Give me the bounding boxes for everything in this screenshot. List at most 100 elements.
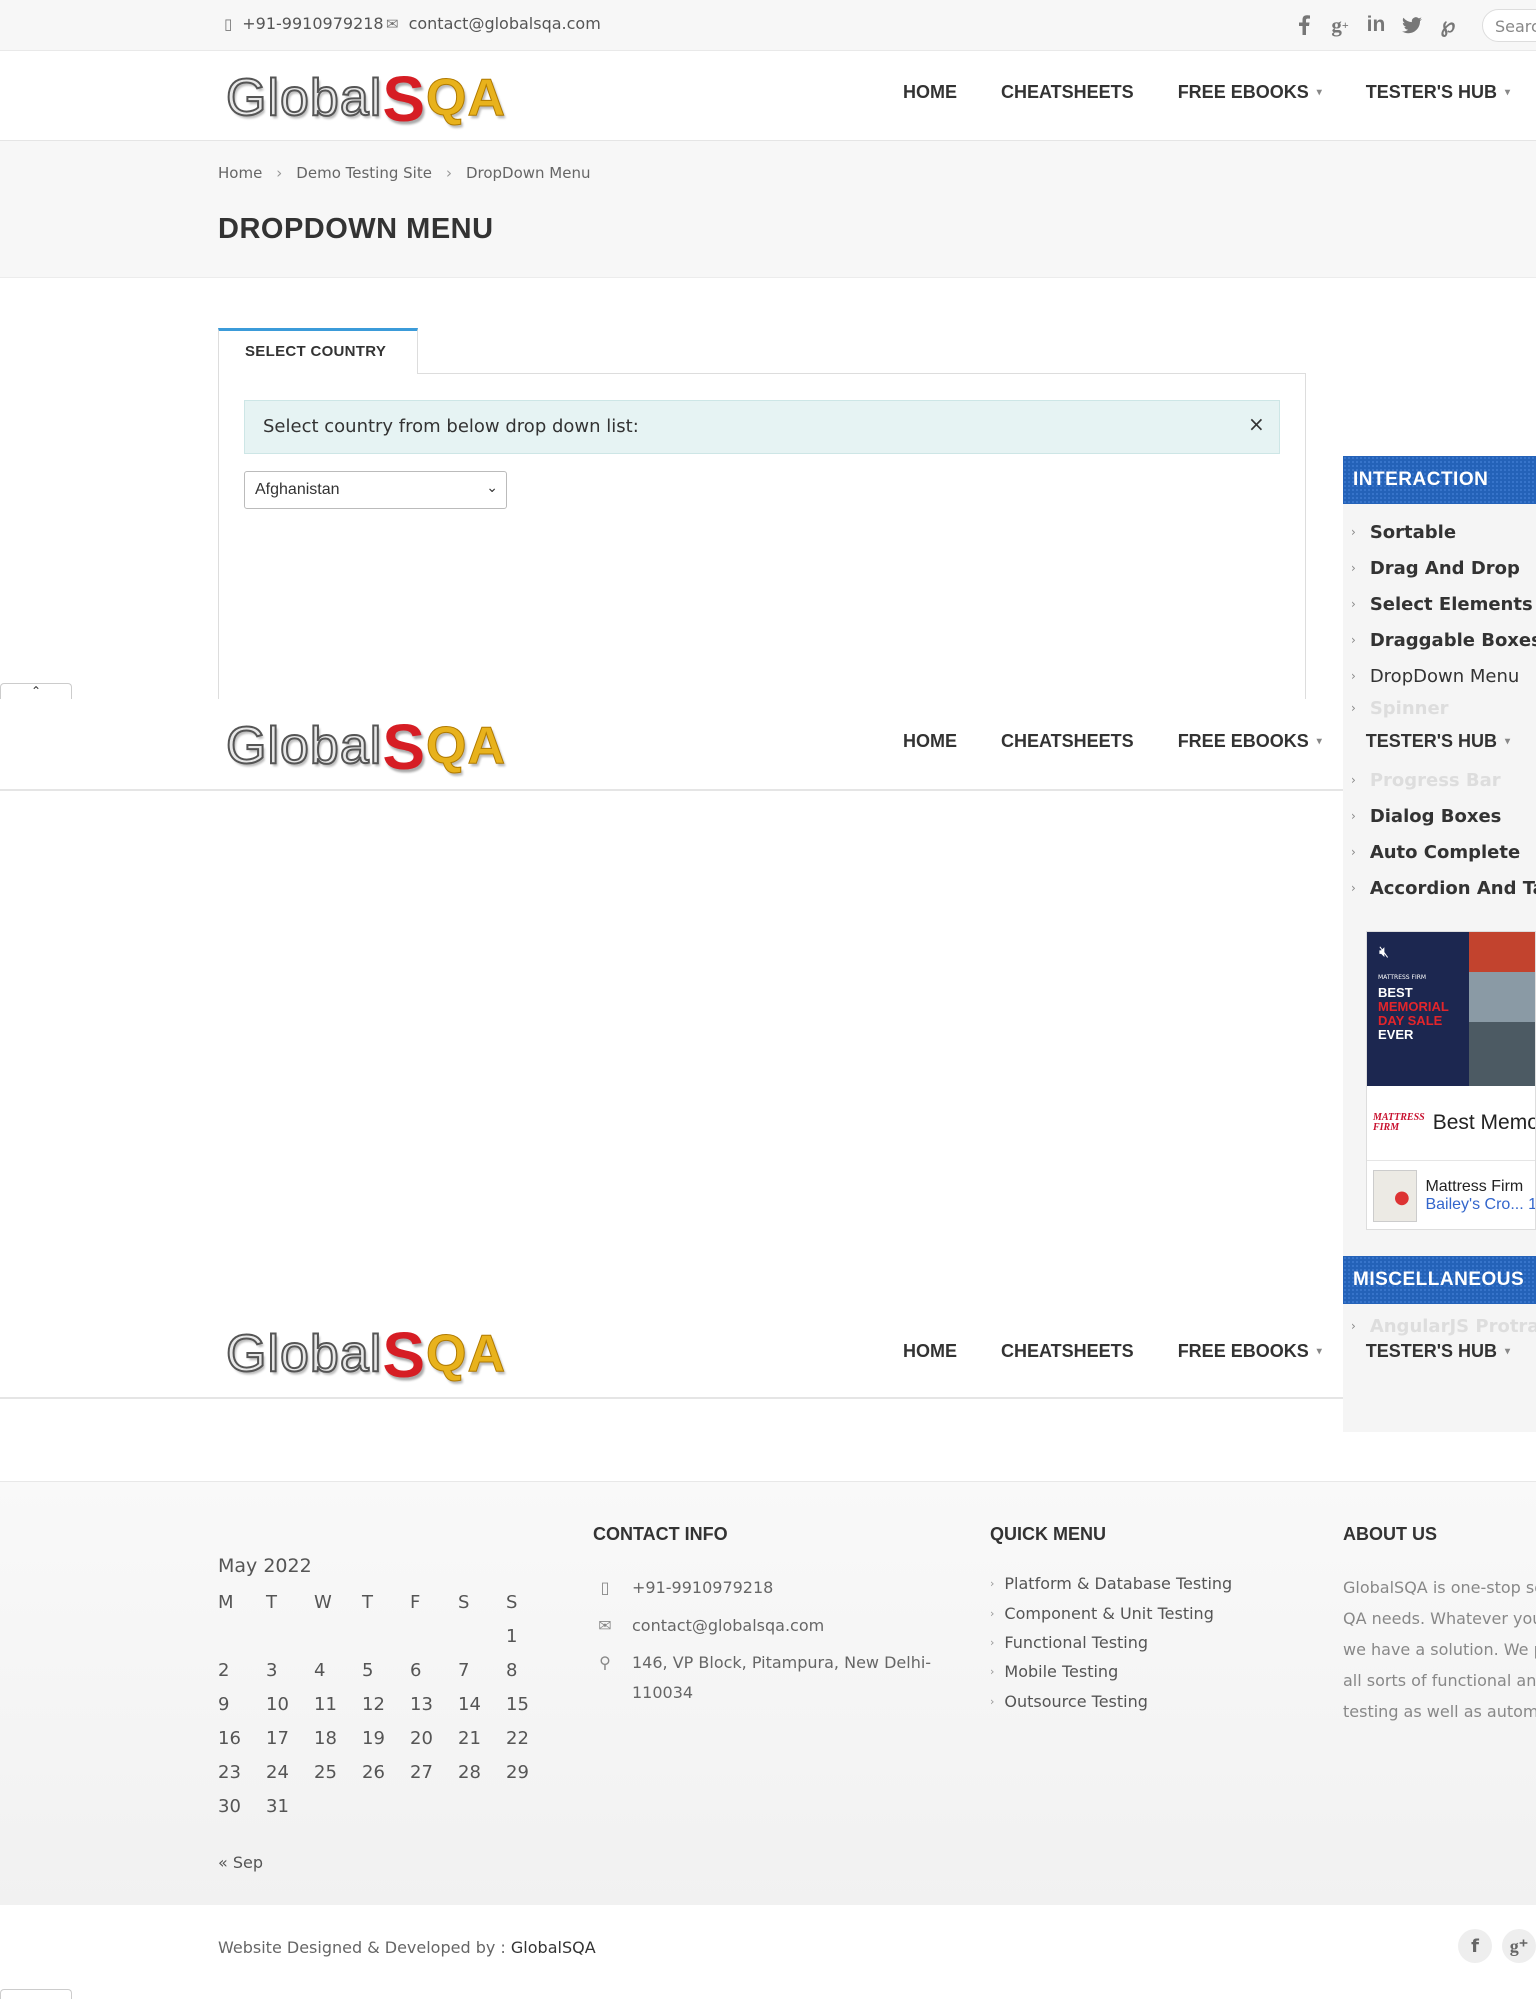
sidebar-item-label: Spinner [1369,697,1449,719]
nav-cheatsheets-label: CHEATSHEETS [1001,731,1134,751]
sidebar-item-label: AngularJS Protractor [1369,1315,1536,1337]
ad-store-row[interactable]: ● Mattress Firm Bailey's Cro... 1 [1367,1161,1535,1229]
pinterest-icon[interactable]: ℘ [1437,13,1459,37]
about-us-line: QA needs. Whatever your [1343,1609,1536,1628]
quick-menu-item[interactable]: › Platform & Database Testing [990,1574,1232,1593]
quick-menu-title: QUICK MENU [990,1524,1106,1544]
nav-cheatsheets[interactable]: CHEATSHEETS [1001,731,1134,752]
close-icon[interactable]: × [1248,412,1265,436]
ad-title-row[interactable]: MATTRESS FIRM Best Memo [1367,1086,1535,1161]
sidebar-item-drag-and-drop[interactable]: › Drag And Drop [1343,550,1536,586]
calendar-day: 27 [410,1761,433,1783]
quick-menu-item[interactable]: › Outsource Testing [990,1692,1148,1711]
nav-home[interactable]: HOME [903,1341,957,1362]
chevron-down-icon: ▾ [1316,1346,1322,1357]
logo-text-s: S [382,711,426,783]
nav-testers-hub[interactable]: TESTER'S HUB ▾ [1366,1341,1510,1362]
facebook-icon[interactable]: f [1458,1929,1492,1963]
quick-menu-item[interactable]: › Mobile Testing [990,1662,1118,1681]
top-email[interactable]: ✉ contact@globalsqa.com [386,14,601,33]
ad-headline-line: MEMORIAL [1378,999,1449,1014]
calendar-day: 14 [458,1693,481,1715]
site-credit-link[interactable]: GlobalSQA [511,1938,596,1957]
sidebar-item-dropdown-menu[interactable]: › DropDown Menu [1343,658,1536,694]
calendar-day: 18 [314,1727,337,1749]
site-logo[interactable]: Global S QA [225,1323,506,1387]
contact-phone-text: +91-9910979218 [632,1578,774,1597]
feedback-tab[interactable]: ⌃ [0,683,72,699]
breadcrumb-home[interactable]: Home [218,164,262,182]
map-thumbnail: ● [1373,1170,1418,1222]
nav-home[interactable]: HOME [903,82,957,103]
sidebar-item-auto-complete[interactable]: › Auto Complete [1343,834,1536,870]
chevron-right-icon: › [1351,701,1356,715]
ad-logo: MATTRESS FIRM [1373,1113,1425,1133]
contact-email[interactable]: ✉ contact@globalsqa.com [596,1611,824,1641]
mute-icon[interactable]: 🔇︎ [1379,942,1389,962]
top-phone-text: +91-9910979218 [242,14,384,33]
chevron-down-icon: ⌄ [486,479,498,495]
chevron-down-icon: ▾ [1505,736,1511,747]
nav-home[interactable]: HOME [903,731,957,752]
tab-select-country[interactable]: SELECT COUNTRY [218,328,418,374]
google-plus-icon[interactable]: g⁺ [1502,1929,1536,1963]
country-select[interactable]: Afghanistan ⌄ [244,471,507,509]
logo-text-qa: QA [426,1325,506,1384]
calendar-prev-link[interactable]: « Sep [218,1853,263,1872]
advertisement[interactable]: 🔇︎ MATTRESS FIRM BEST MEMORIAL DAY SALE … [1366,931,1536,1230]
about-us-title: ABOUT US [1343,1524,1437,1544]
calendar-day [314,1619,362,1653]
site-logo[interactable]: Global S QA [225,711,506,783]
calendar-day: 12 [362,1693,385,1715]
sidebar-item-spinner[interactable]: › Spinner [1343,690,1536,726]
nav-free-ebooks[interactable]: FREE EBOOKS ▾ [1178,82,1322,103]
sidebar-item-select-elements[interactable]: › Select Elements [1343,586,1536,622]
main-header: Global S QA HOME CHEATSHEETS FREE EBOOKS ▾ … [0,51,1536,142]
chevron-right-icon: › [1351,845,1356,859]
breadcrumb-demo[interactable]: Demo Testing Site [296,164,432,182]
about-us-line: we have a solution. We pr [1343,1640,1536,1659]
sidebar-item-draggable-boxes[interactable]: › Draggable Boxes [1343,622,1536,658]
sidebar-item-dialog-boxes[interactable]: › Dialog Boxes [1343,798,1536,834]
calendar: M T W T F S S 1 2 3 4 5 6 7 8 9 10 11 12 13 14 15 16 17 1… [218,1585,554,1823]
nav-cheatsheets[interactable]: CHEATSHEETS [1001,82,1134,103]
quick-menu-item[interactable]: › Functional Testing [990,1633,1148,1652]
nav-testers-hub[interactable]: TESTER'S HUB ▾ [1366,731,1510,752]
sidebar-item-accordion-and-tabs[interactable]: › Accordion And Tabs [1343,870,1536,906]
ad-image[interactable]: 🔇︎ MATTRESS FIRM BEST MEMORIAL DAY SALE … [1367,932,1535,1086]
quick-menu-label: Functional Testing [1004,1633,1149,1652]
calendar-day: 20 [410,1727,433,1749]
chevron-right-icon: › [990,1577,995,1590]
nav-cheatsheets[interactable]: CHEATSHEETS [1001,1341,1134,1362]
sidebar-item-label: Drag And Drop [1369,557,1520,579]
ad-headline-line: EVER [1378,1027,1414,1042]
quick-menu-label: Platform & Database Testing [1004,1574,1233,1593]
nav-testers-hub-label: TESTER'S HUB [1365,731,1498,751]
sidebar-item-sortable[interactable]: › Sortable [1343,514,1536,550]
site-logo[interactable]: Global S QA [225,67,506,131]
main-nav: HOME CHEATSHEETS FREE EBOOKS ▾ TESTER'S H… [903,82,1536,103]
contact-address-text: 146, VP Block, Pitampura, New Delhi- 1100… [632,1648,931,1708]
top-search-input[interactable]: Search [1482,9,1536,42]
nav-free-ebooks[interactable]: FREE EBOOKS ▾ [1178,731,1322,752]
calendar-day: 21 [458,1727,481,1749]
nav-free-ebooks[interactable]: FREE EBOOKS ▾ [1178,1341,1322,1362]
calendar-day: 22 [506,1727,529,1749]
mail-icon: ✉ [598,1616,612,1635]
ad-store-photo [1469,932,1535,1086]
quick-menu-item[interactable]: › Component & Unit Testing [990,1604,1214,1623]
map-pin-icon: ● [1394,1187,1410,1208]
calendar-day: 24 [266,1761,289,1783]
calendar-day: 25 [314,1761,337,1783]
linkedin-icon[interactable]: in [1365,13,1387,37]
ad-store-location[interactable]: Bailey's Cro... 1 [1425,1196,1535,1214]
nav-testers-hub-label: TESTER'S HUB [1365,1341,1498,1361]
feedback-tab[interactable] [0,1989,72,1999]
sidebar-item-angularjs-protractor[interactable]: › AngularJS Protractor [1343,1308,1536,1344]
sidebar-item-label: DropDown Menu [1369,665,1520,687]
calendar-day: 15 [506,1693,529,1715]
facebook-icon[interactable] [1293,13,1315,37]
google-plus-icon[interactable]: g + [1329,13,1351,37]
nav-testers-hub[interactable]: TESTER'S HUB ▾ [1366,82,1510,103]
twitter-icon[interactable] [1401,13,1423,37]
